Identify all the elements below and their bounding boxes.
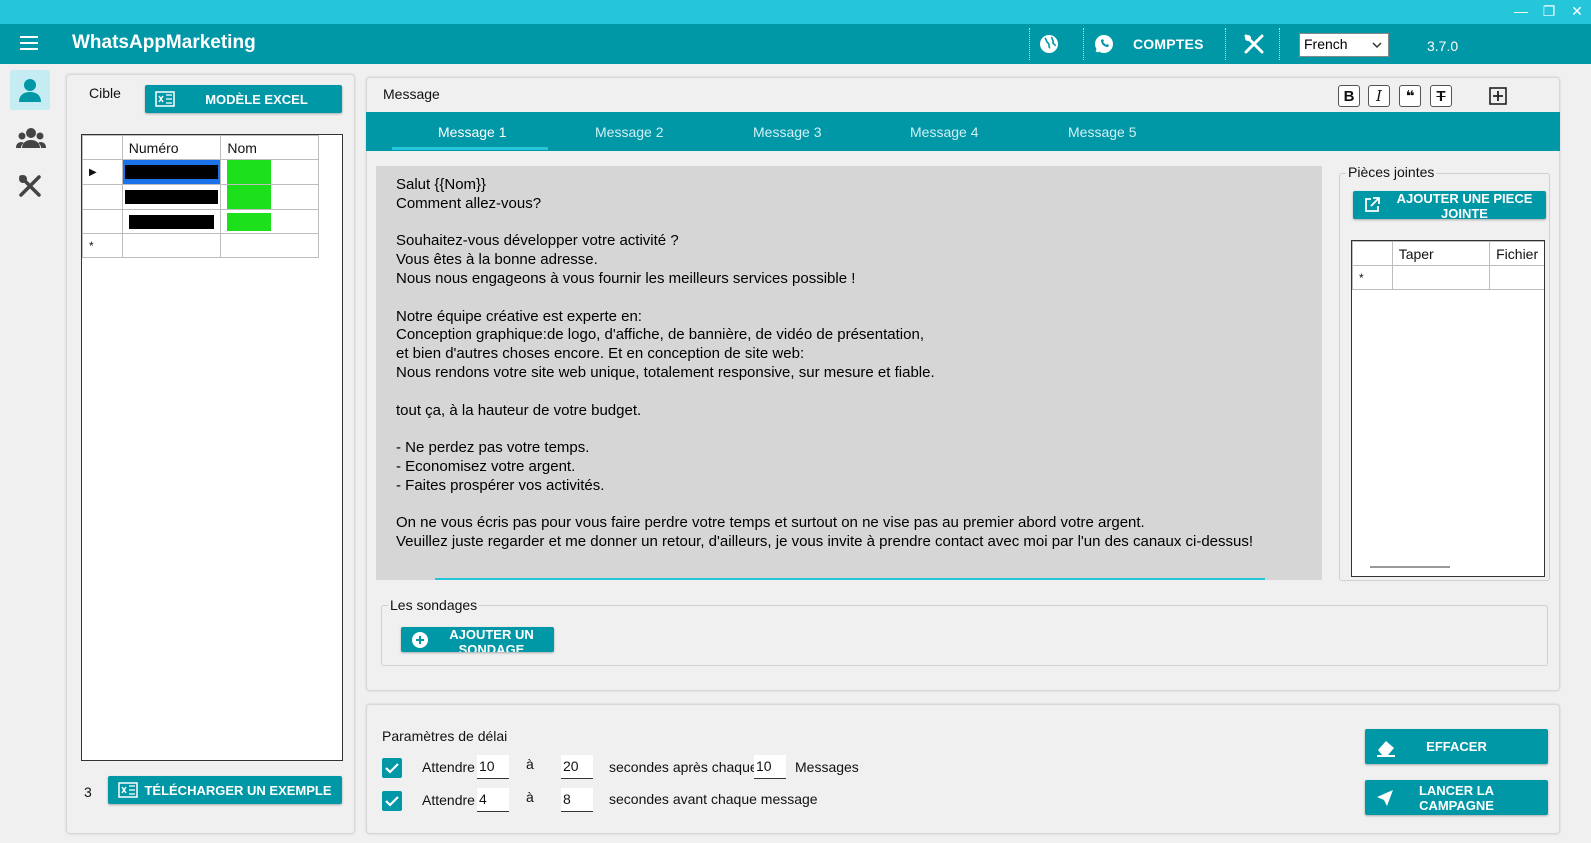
excel-icon (155, 91, 175, 107)
target-label: Cible (89, 85, 121, 101)
tools-icon (19, 175, 41, 197)
strikethrough-button[interactable]: T (1430, 85, 1452, 107)
target-table: Numéro Nom ▶ * (82, 135, 319, 258)
column-header-type[interactable]: Taper (1391, 241, 1491, 266)
redacted-name (227, 160, 272, 184)
delay-after-max-input[interactable]: 20 (561, 755, 593, 779)
attachments-label: Pièces jointes (1346, 164, 1437, 180)
column-header-name[interactable]: Nom (220, 135, 319, 160)
contact-count: 3 (84, 784, 92, 800)
check-icon (385, 763, 399, 774)
table-row[interactable] (82, 209, 319, 234)
excel-icon (118, 782, 138, 798)
side-nav (0, 64, 60, 843)
delay-after-checkbox[interactable] (382, 758, 402, 778)
download-example-button[interactable]: TÉLÉCHARGER UN EXEMPLE (108, 776, 342, 804)
horizontal-scrollbar[interactable] (1370, 566, 1450, 568)
close-icon[interactable]: ✕ (1569, 2, 1585, 20)
add-attachment-button[interactable]: AJOUTER UNE PIECE JOINTE (1353, 191, 1546, 219)
redacted-name (227, 185, 272, 209)
delay-after-min-input[interactable]: 10 (477, 755, 509, 779)
tab-message-4[interactable]: Message 4 (910, 124, 978, 140)
attachments-table: Taper Fichier * (1352, 241, 1544, 290)
table-new-row[interactable]: * (82, 233, 319, 258)
app-bar: WhatsAppMarketing COMPTES French 3.7.0 (0, 24, 1591, 64)
check-icon (385, 796, 399, 807)
globe-icon[interactable] (1037, 32, 1061, 56)
seconds-after-label: secondes après chaque (609, 759, 758, 775)
nav-contact[interactable] (10, 70, 50, 110)
quote-icon: ❝ (1405, 88, 1415, 105)
app-title: WhatsAppMarketing (72, 32, 256, 53)
nav-tools[interactable] (10, 166, 50, 206)
row-selector-icon[interactable]: ▶ (82, 159, 123, 185)
add-box-icon (1489, 87, 1507, 105)
clear-button[interactable]: EFFACER (1365, 729, 1548, 764)
bold-icon: B (1343, 87, 1355, 105)
wait-label: Attendre (422, 792, 475, 808)
add-poll-button[interactable]: AJOUTER UN SONDAGE (401, 627, 554, 652)
insert-button[interactable] (1487, 85, 1509, 107)
person-icon (19, 79, 41, 102)
chevron-down-icon (1372, 42, 1382, 49)
redacted-name (227, 212, 272, 231)
add-circle-icon (412, 631, 428, 648)
to-label: à (526, 789, 534, 805)
redacted-number (124, 165, 219, 179)
excel-template-button[interactable]: MODÈLE EXCEL (145, 85, 342, 113)
version-label: 3.7.0 (1427, 38, 1459, 54)
seconds-before-label: secondes avant chaque message (609, 791, 818, 807)
column-header-file[interactable]: Fichier (1489, 241, 1544, 266)
delay-label: Paramètres de délai (382, 728, 508, 744)
tab-message-3[interactable]: Message 3 (753, 124, 821, 140)
open-in-new-icon (1365, 197, 1380, 212)
polls-label: Les sondages (388, 597, 480, 613)
delay-before-checkbox[interactable] (382, 791, 402, 811)
messages-count-input[interactable]: 10 (754, 755, 786, 779)
window-title-bar: — ❐ ✕ (0, 0, 1591, 24)
strikethrough-icon: T (1436, 87, 1446, 105)
to-label: à (526, 756, 534, 772)
menu-icon[interactable] (20, 36, 38, 50)
polls-group (381, 605, 1548, 666)
table-row[interactable]: ▶ (82, 159, 319, 185)
redacted-number (128, 214, 215, 229)
italic-icon: I (1376, 87, 1382, 105)
accounts-button[interactable]: COMPTES (1133, 36, 1204, 52)
messages-label: Messages (795, 759, 859, 775)
tab-message-2[interactable]: Message 2 (595, 124, 663, 140)
redacted-number (124, 190, 219, 204)
quote-button[interactable]: ❝ (1399, 85, 1421, 107)
minimize-icon[interactable]: — (1513, 2, 1529, 20)
table-row[interactable] (82, 184, 319, 210)
eraser-icon (1377, 740, 1395, 757)
message-label: Message (383, 86, 440, 102)
bold-button[interactable]: B (1338, 85, 1360, 107)
send-icon (1377, 789, 1393, 806)
nav-groups[interactable] (10, 118, 50, 158)
wait-label: Attendre (422, 759, 475, 775)
tools-icon[interactable] (1242, 32, 1266, 56)
column-header-number[interactable]: Numéro (121, 135, 222, 160)
tab-message-1[interactable]: Message 1 (438, 124, 506, 140)
message-tabs: Message 1 Message 2 Message 3 Message 4 … (366, 112, 1560, 151)
tab-message-5[interactable]: Message 5 (1068, 124, 1136, 140)
group-icon (16, 128, 46, 148)
table-new-row[interactable]: * (1352, 265, 1544, 290)
language-select[interactable]: French (1299, 33, 1389, 57)
whatsapp-icon[interactable] (1092, 32, 1116, 56)
delay-before-max-input[interactable]: 8 (561, 788, 593, 812)
textarea-focus-underline (435, 578, 1265, 580)
active-tab-indicator (392, 147, 548, 150)
message-textarea[interactable]: Salut {{Nom}} Comment allez-vous? Souhai… (376, 166, 1322, 580)
launch-campaign-button[interactable]: LANCER LA CAMPAGNE (1365, 780, 1548, 815)
attachments-grid[interactable]: Taper Fichier * (1351, 240, 1545, 577)
restore-icon[interactable]: ❐ (1541, 2, 1557, 20)
target-grid[interactable]: Numéro Nom ▶ * (81, 134, 343, 761)
italic-button[interactable]: I (1368, 85, 1390, 107)
delay-before-min-input[interactable]: 4 (477, 788, 509, 812)
